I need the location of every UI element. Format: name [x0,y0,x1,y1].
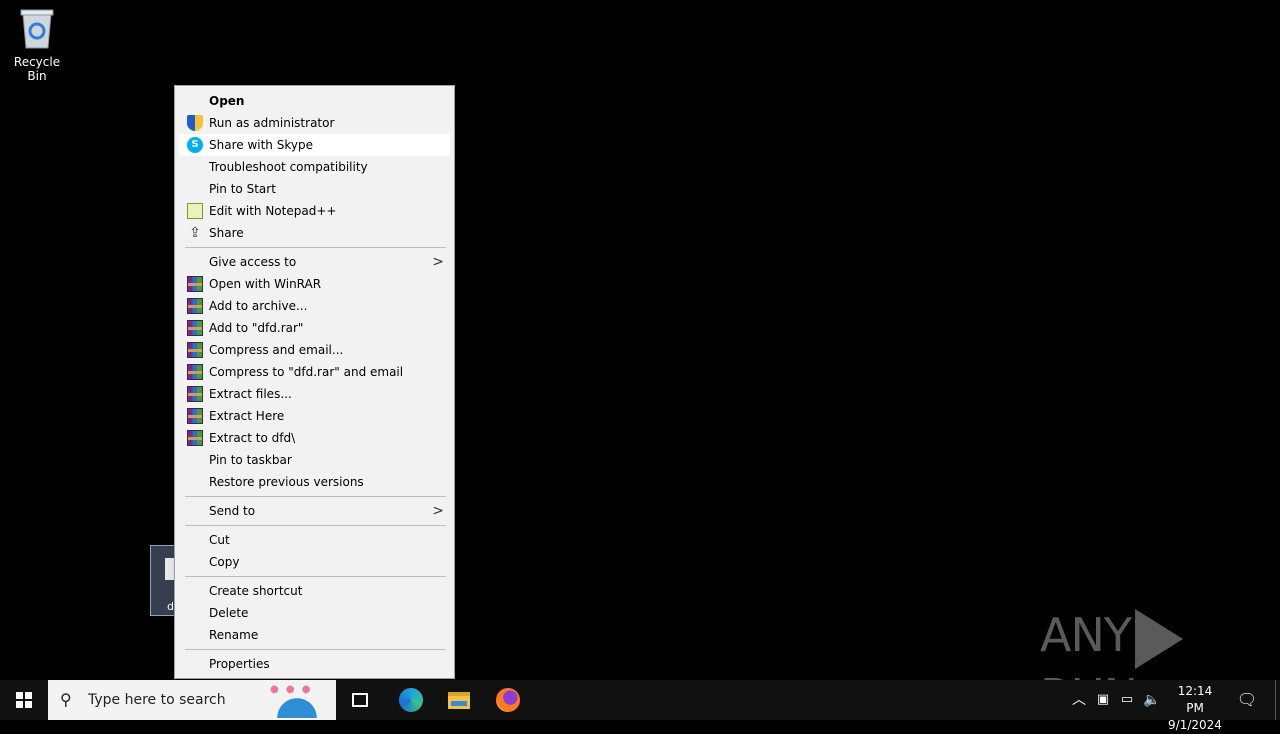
firefox-icon [496,688,520,712]
windows-logo-icon [16,692,32,708]
menu-item-compress-and-email[interactable]: Compress and email... [179,339,450,361]
menu-item-label: Create shortcut [209,584,303,598]
start-button[interactable] [0,680,48,720]
menu-separator [185,576,446,577]
menu-item-cut[interactable]: Cut [179,529,450,551]
notifications-icon[interactable]: 🗨 [1236,680,1258,720]
menu-item-label: Share [209,226,244,240]
menu-item-properties[interactable]: Properties [179,653,450,675]
menu-item-label: Troubleshoot compatibility [209,160,368,174]
menu-item-label: Run as administrator [209,116,335,130]
recycle-bin-desktop-icon[interactable]: Recycle Bin [4,6,70,83]
menu-item-give-access-to[interactable]: Give access to > [179,251,450,273]
menu-item-send-to[interactable]: Send to > [179,500,450,522]
firefox-taskbar-button[interactable] [484,680,532,720]
search-placeholder: Type here to search [88,692,226,708]
menu-item-label: Extract to dfd\ [209,431,296,445]
menu-item-open-with-winrar[interactable]: Open with WinRAR [179,273,450,295]
menu-item-label: Send to [209,504,256,518]
menu-separator [185,247,446,248]
taskbar-search-box[interactable]: ⚲ Type here to search [48,680,336,720]
file-explorer-taskbar-button[interactable] [435,680,483,720]
winrar-icon [187,276,203,292]
share-icon: ⇪ [189,225,201,241]
edge-icon [399,688,423,712]
menu-item-share[interactable]: ⇪ Share [179,222,450,244]
winrar-icon [187,386,203,402]
menu-item-create-shortcut[interactable]: Create shortcut [179,580,450,602]
menu-item-label: Pin to taskbar [209,453,292,467]
volume-icon[interactable]: 🔈 [1142,680,1162,720]
chevron-right-icon: > [432,254,444,270]
menu-item-label: Pin to Start [209,182,276,196]
menu-item-label: Share with Skype [209,138,313,152]
chevron-right-icon: > [432,503,444,519]
menu-item-pin-to-start[interactable]: Pin to Start [179,178,450,200]
taskbar: ⚲ Type here to search ︿ ▣ ▭ 🔈 12:14 PM 9… [0,680,1280,732]
menu-item-label: Rename [209,628,259,642]
menu-item-add-to-archive[interactable]: Add to archive... [179,295,450,317]
show-hidden-icons-chevron-up-icon[interactable]: ︿ [1070,680,1088,720]
menu-item-run-as-administrator[interactable]: Run as administrator [179,112,450,134]
menu-item-extract-here[interactable]: Extract Here [179,405,450,427]
menu-item-label: Copy [209,555,240,569]
menu-item-label: Add to archive... [209,299,308,313]
network-icon[interactable]: ▭ [1117,680,1137,720]
menu-item-troubleshoot-compatibility[interactable]: Troubleshoot compatibility [179,156,450,178]
uac-shield-icon [187,115,203,131]
task-view-icon [352,693,368,707]
menu-item-open[interactable]: Open [179,90,450,112]
menu-item-label: Cut [209,533,230,547]
winrar-icon [187,430,203,446]
menu-separator [185,649,446,650]
winrar-icon [187,342,203,358]
recycle-bin-icon [20,9,54,49]
menu-item-restore-previous-versions[interactable]: Restore previous versions [179,471,450,493]
menu-item-label: Compress to "dfd.rar" and email [209,365,404,379]
search-highlight-illustration-icon [264,682,330,718]
menu-item-label: Edit with Notepad++ [209,204,337,218]
recycle-bin-label: Recycle Bin [13,55,61,83]
menu-item-delete[interactable]: Delete [179,602,450,624]
winrar-icon [187,408,203,424]
play-icon [1134,608,1183,669]
menu-item-label: Extract files... [209,387,292,401]
menu-item-label: Extract Here [209,409,285,423]
winrar-icon [187,320,203,336]
file-label: d [167,600,174,613]
skype-icon: S [187,137,203,153]
taskbar-clock[interactable]: 12:14 PM 9/1/2024 [1168,683,1222,734]
menu-item-label: Compress and email... [209,343,344,357]
watermark-left-text: ANY [1040,608,1132,662]
menu-item-label: Delete [209,606,249,620]
winrar-icon [187,364,203,380]
search-icon: ⚲ [60,690,72,709]
notepadpp-icon [187,203,203,219]
clock-time: 12:14 PM [1177,684,1213,715]
menu-item-share-with-skype[interactable]: S Share with Skype [179,134,450,156]
menu-item-add-to-dfd-rar[interactable]: Add to "dfd.rar" [179,317,450,339]
menu-item-label: Restore previous versions [209,475,364,489]
menu-item-label: Open [209,94,245,108]
menu-item-extract-files[interactable]: Extract files... [179,383,450,405]
menu-item-label: Properties [209,657,270,671]
menu-item-edit-with-notepadpp[interactable]: Edit with Notepad++ [179,200,450,222]
menu-separator [185,525,446,526]
menu-item-pin-to-taskbar[interactable]: Pin to taskbar [179,449,450,471]
menu-item-label: Open with WinRAR [209,277,322,291]
show-desktop-button[interactable] [1275,680,1276,720]
edge-taskbar-button[interactable] [387,680,435,720]
menu-item-label: Add to "dfd.rar" [209,321,304,335]
winrar-icon [187,298,203,314]
menu-item-compress-to-dfd-rar-and-email[interactable]: Compress to "dfd.rar" and email [179,361,450,383]
context-menu: Open Run as administrator S Share with S… [174,85,455,679]
meet-now-icon[interactable]: ▣ [1094,680,1112,720]
menu-item-extract-to-dfd[interactable]: Extract to dfd\ [179,427,450,449]
file-explorer-icon [448,691,470,709]
menu-item-label: Give access to [209,255,297,269]
menu-item-copy[interactable]: Copy [179,551,450,573]
task-view-button[interactable] [336,680,384,720]
menu-item-rename[interactable]: Rename [179,624,450,646]
menu-separator [185,496,446,497]
